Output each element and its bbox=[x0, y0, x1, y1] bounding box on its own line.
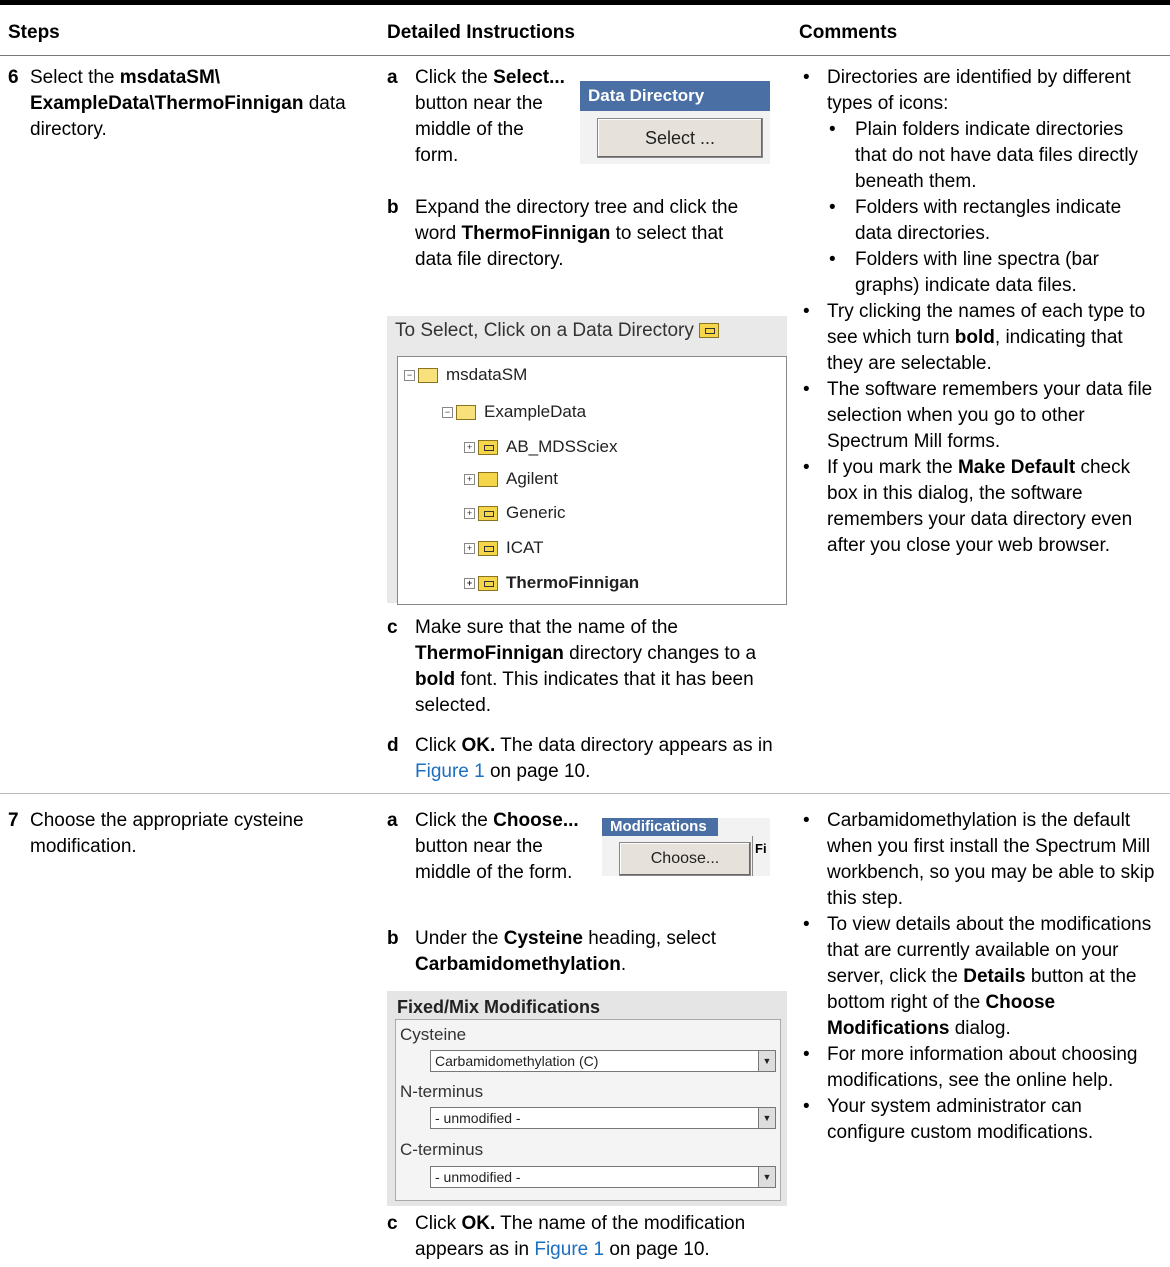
n-terminus-label: N-terminus bbox=[400, 1082, 484, 1101]
data-directory-title: Data Directory bbox=[580, 81, 770, 111]
expand-icon[interactable]: + bbox=[464, 508, 475, 520]
tree-node-exampledata[interactable]: − ExampleData bbox=[442, 400, 586, 424]
top-rule bbox=[0, 0, 1170, 5]
c-terminus-select[interactable]: - unmodified - ▼ bbox=[430, 1166, 776, 1188]
data-directory-widget: Data Directory Select ... bbox=[580, 81, 770, 164]
step7-text: Choose the appropriate cysteine modifica… bbox=[30, 810, 304, 857]
modifications-box: Cysteine Carbamidomethylation (C) ▼ N-ter… bbox=[395, 1019, 781, 1201]
comment-bullet: Directories are identified by different … bbox=[803, 65, 1158, 117]
figure1-link[interactable]: Figure 1 bbox=[415, 761, 485, 782]
dropdown-arrow-icon[interactable]: ▼ bbox=[758, 1107, 776, 1129]
open-folder-icon bbox=[418, 368, 438, 384]
select-button[interactable]: Select ... bbox=[597, 118, 763, 158]
step6-a-text: Click the Select... button near the midd… bbox=[415, 67, 565, 166]
step6-d-text: Click OK. The data directory appears as … bbox=[415, 735, 773, 782]
row-divider bbox=[0, 793, 1170, 794]
step6-c-text: Make sure that the name of the ThermoFin… bbox=[415, 617, 757, 716]
step7-comments: Carbamidomethylation is the default when… bbox=[803, 808, 1158, 1146]
header-instructions: Detailed Instructions bbox=[387, 22, 575, 43]
directory-tree-panel: To Select, Click on a Data Directory − ms… bbox=[387, 316, 787, 605]
tree-node-msdatasm[interactable]: − msdataSM bbox=[404, 363, 527, 387]
comment-bullet: If you mark the Make Default check box i… bbox=[803, 455, 1158, 559]
tree-title: To Select, Click on a Data Directory bbox=[395, 318, 727, 344]
step6-b-letter: b bbox=[387, 197, 399, 218]
step7-cell: 7 Choose the appropriate cysteine modifi… bbox=[8, 808, 358, 857]
comment-bullet: For more information about choosing modi… bbox=[803, 1042, 1158, 1094]
dropdown-arrow-icon[interactable]: ▼ bbox=[758, 1050, 776, 1072]
comment-bullet: Carbamidomethylation is the default when… bbox=[803, 808, 1158, 912]
expand-icon[interactable]: + bbox=[464, 474, 475, 486]
comment-bullet: The software remembers your data file se… bbox=[803, 377, 1158, 455]
step7-number: 7 bbox=[8, 810, 19, 831]
cutoff-label: Fi bbox=[752, 836, 773, 876]
cysteine-label: Cysteine bbox=[400, 1025, 467, 1044]
step7-a-letter: a bbox=[387, 810, 398, 831]
dropdown-arrow-icon[interactable]: ▼ bbox=[758, 1166, 776, 1188]
modifications-widget: Modifications Choose... Fi bbox=[602, 818, 770, 876]
header-steps: Steps bbox=[8, 22, 60, 43]
step6-b-text: Expand the directory tree and click the … bbox=[415, 197, 739, 270]
data-directory-folder-icon bbox=[478, 576, 498, 592]
header-comments: Comments bbox=[799, 22, 898, 43]
comment-bullet: To view details about the modifications … bbox=[803, 912, 1158, 1042]
tree-node-agilent[interactable]: + Agilent bbox=[464, 467, 558, 491]
step6-cell: 6 Select the msdataSM\ ExampleData\Therm… bbox=[8, 65, 358, 140]
step7-b-letter: b bbox=[387, 928, 399, 949]
comment-subbullet: Plain folders indicate directories that … bbox=[829, 117, 1158, 195]
data-directory-folder-icon bbox=[478, 440, 498, 456]
step6-a-letter: a bbox=[387, 67, 398, 88]
open-folder-icon bbox=[456, 405, 476, 421]
step7-b-text: Under the Cysteine heading, select Carba… bbox=[415, 928, 717, 975]
step7-c-text: Click OK. The name of the modification a… bbox=[415, 1213, 746, 1260]
expand-icon[interactable]: + bbox=[464, 442, 475, 454]
tree-node-icat[interactable]: + ICAT bbox=[464, 536, 543, 560]
data-directory-folder-icon bbox=[478, 541, 498, 557]
n-terminus-select[interactable]: - unmodified - ▼ bbox=[430, 1107, 776, 1129]
step6-c-letter: c bbox=[387, 617, 398, 638]
step7-a-text: Click the Choose... button near the midd… bbox=[415, 810, 579, 883]
c-terminus-label: C-terminus bbox=[400, 1140, 484, 1159]
expand-icon[interactable]: + bbox=[464, 543, 475, 555]
data-directory-folder-icon bbox=[699, 323, 720, 339]
expand-icon[interactable]: + bbox=[464, 578, 475, 590]
step6-comments: Directories are identified by different … bbox=[803, 65, 1158, 559]
header-rule bbox=[0, 55, 1170, 56]
tree-node-thermofinnigan[interactable]: + ThermoFinnigan bbox=[464, 571, 639, 595]
tree-node-ab-mdssciex[interactable]: + AB_MDSSciex bbox=[464, 435, 617, 459]
fixed-mix-modifications-panel: Fixed/Mix Modifications Cysteine Carbami… bbox=[387, 991, 787, 1206]
panel-title: Fixed/Mix Modifications bbox=[397, 997, 601, 1017]
collapse-icon[interactable]: − bbox=[404, 370, 415, 382]
figure1-link[interactable]: Figure 1 bbox=[534, 1239, 604, 1260]
cysteine-select[interactable]: Carbamidomethylation (C) ▼ bbox=[430, 1050, 776, 1072]
collapse-icon[interactable]: − bbox=[442, 407, 453, 419]
comment-subbullet: Folders with rectangles indicate data di… bbox=[829, 195, 1158, 247]
plain-folder-icon bbox=[478, 472, 498, 488]
comment-bullet: Your system administrator can configure … bbox=[803, 1094, 1158, 1146]
comment-bullet: Try clicking the names of each type to s… bbox=[803, 299, 1158, 377]
modifications-title: Modifications bbox=[602, 818, 718, 836]
step6-d-letter: d bbox=[387, 735, 399, 756]
tree-node-generic[interactable]: + Generic bbox=[464, 501, 566, 525]
step6-number: 6 bbox=[8, 67, 19, 88]
comment-subbullet: Folders with line spectra (bar graphs) i… bbox=[829, 247, 1158, 299]
data-directory-folder-icon bbox=[478, 506, 498, 522]
step7-c-letter: c bbox=[387, 1213, 398, 1234]
tree-box: − msdataSM − ExampleData + AB_MDSSciex + Agi… bbox=[397, 356, 787, 605]
step6-text: Select the msdataSM\ ExampleData\ThermoF… bbox=[30, 67, 346, 140]
choose-button[interactable]: Choose... bbox=[619, 842, 751, 876]
